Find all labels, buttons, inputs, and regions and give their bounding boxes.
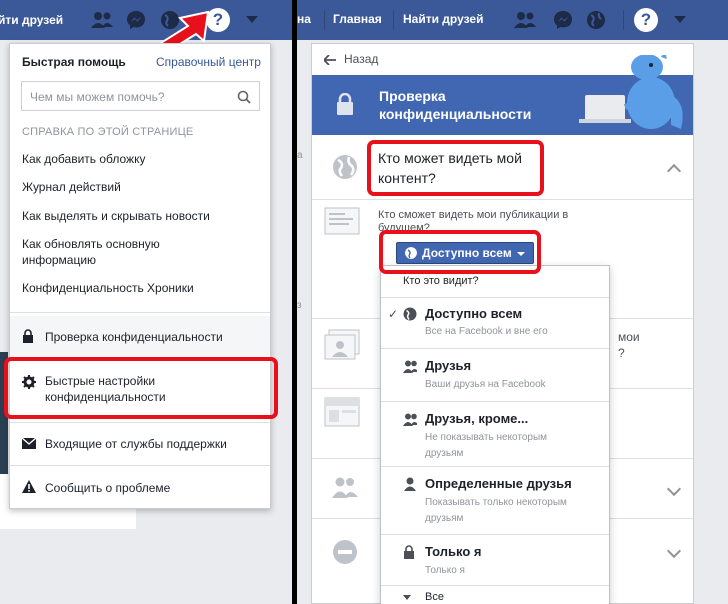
expand-chevron-icon[interactable] — [666, 543, 682, 559]
expand-chevron-icon[interactable] — [666, 481, 682, 497]
lock-icon — [23, 329, 33, 343]
privacy-checkup-panel: Назад Проверка конфиденциальности Кто мо… — [311, 43, 694, 604]
audience-option-specific-friends[interactable]: Определенные друзья Показывать только не… — [381, 467, 609, 533]
bg-fragment: з — [297, 300, 302, 311]
bg-fragment: а — [297, 150, 303, 161]
quick-help-title: Быстрая помощь — [22, 55, 126, 69]
find-friends-link[interactable]: Найти друзей — [403, 12, 483, 26]
report-problem-link[interactable]: Сообщить о проблеме — [45, 481, 170, 495]
notifications-globe-icon[interactable] — [586, 10, 606, 30]
top-navbar: на Главная Найти друзей ? — [297, 0, 728, 40]
audience-option-friends[interactable]: Друзья Ваши друзья на Facebook — [381, 349, 609, 401]
help-article-link-cont[interactable]: информацию — [22, 253, 96, 267]
envelope-icon — [22, 438, 36, 449]
back-link[interactable]: Назад — [344, 52, 378, 66]
checkmark-icon: ✓ — [388, 307, 399, 321]
friends-icon — [403, 360, 417, 373]
option-sub: Не показывать некоторым — [425, 432, 548, 443]
globe-icon — [333, 155, 357, 179]
back-arrow-icon[interactable] — [324, 55, 336, 65]
option-sub: Только я — [425, 565, 465, 576]
audience-option-all[interactable]: Все — [381, 586, 609, 604]
header-title-line: Проверка — [379, 88, 446, 104]
bg-row-text: мои — [618, 330, 640, 344]
privacy-checkup-header: Проверка конфиденциальности — [312, 55, 693, 135]
option-sub: Показывать только некоторым — [425, 497, 567, 508]
photos-icon — [324, 329, 360, 360]
help-search-input[interactable]: Чем мы можем помочь? — [21, 81, 260, 111]
nav-partial-text: на — [297, 12, 311, 26]
caret-down-icon — [403, 595, 411, 600]
highlight-content-question — [367, 140, 544, 196]
privacy-check-label: Проверка конфиденциальности — [45, 330, 223, 344]
timeline-preview-icon — [324, 397, 360, 427]
highlight-audience-button — [379, 230, 541, 274]
option-sub-cont: друзьям — [425, 448, 464, 459]
audience-option-only-me[interactable]: Только я Только я — [381, 535, 609, 585]
friend-requests-icon[interactable] — [90, 11, 114, 29]
right-screenshot: на Главная Найти друзей ? а з Назад Пров… — [297, 0, 728, 604]
help-dropdown: Быстрая помощь Справочный центр Чем мы м… — [9, 43, 271, 509]
option-label: Доступно всем — [425, 306, 523, 321]
divider — [312, 199, 693, 200]
bg-row-text: ? — [618, 346, 625, 360]
messenger-icon[interactable] — [553, 10, 573, 30]
option-label: Друзья — [425, 358, 472, 373]
help-article-link[interactable]: Как добавить обложку — [22, 152, 145, 166]
audience-option-friends-except[interactable]: Друзья, кроме... Не показывать некоторым… — [381, 402, 609, 464]
home-link[interactable]: Главная — [333, 12, 382, 26]
audience-option-public[interactable]: ✓ Доступно всем Все на Facebook и вне ег… — [381, 298, 609, 346]
globe-icon — [403, 307, 417, 321]
help-question-icon[interactable]: ? — [634, 8, 658, 32]
option-label: Определенные друзья — [425, 476, 572, 491]
support-inbox-link[interactable]: Входящие от службы поддержки — [45, 437, 227, 451]
post-preview-icon — [324, 207, 360, 235]
search-icon[interactable] — [237, 90, 251, 104]
friend-requests-icon[interactable] — [513, 11, 537, 29]
help-article-link[interactable]: Как выделять и скрывать новости — [22, 209, 210, 223]
section-title: СПРАВКА ПО ЭТОЙ СТРАНИЦЕ — [22, 126, 194, 138]
left-screenshot: йти друзей ? Быстрая помощь Справочный ц… — [0, 0, 292, 604]
menu-header: Кто это видит? — [403, 275, 479, 287]
option-label: Только я — [425, 544, 482, 559]
help-article-link[interactable]: Конфиденциальность Хроники — [22, 281, 194, 295]
account-menu-caret-icon[interactable] — [674, 16, 686, 24]
friends-except-icon — [403, 413, 417, 426]
privacy-check-row[interactable]: Проверка конфиденциальности — [10, 316, 270, 356]
person-icon — [404, 477, 416, 491]
nav-sep — [623, 10, 624, 30]
header-title: Проверка конфиденциальности — [379, 87, 559, 123]
lock-icon — [337, 93, 353, 115]
privacy-dinosaur-illustration-icon — [579, 55, 683, 129]
collapse-chevron-icon[interactable] — [666, 163, 682, 179]
help-article-link[interactable]: Как обновлять основную — [22, 237, 160, 251]
block-icon — [333, 540, 357, 564]
divider — [10, 312, 270, 313]
header-title-line: конфиденциальности — [379, 106, 532, 122]
option-label: Все — [425, 591, 444, 603]
nav-sep — [393, 10, 394, 30]
lock-icon — [404, 545, 414, 559]
highlight-quick-settings — [4, 357, 278, 419]
divider — [10, 465, 270, 466]
account-menu-caret-icon[interactable] — [246, 16, 258, 24]
option-sub-cont: друзьям — [425, 513, 464, 524]
option-sub: Все на Facebook и вне его — [425, 326, 548, 337]
help-article-link[interactable]: Журнал действий — [22, 180, 121, 194]
help-center-link[interactable]: Справочный центр — [156, 55, 261, 69]
divider — [10, 422, 270, 423]
option-label: Друзья, кроме... — [425, 411, 529, 426]
future-posts-text: Кто сможет видеть мои публикации в — [378, 209, 569, 221]
audience-menu: Кто это видит? ✓ Доступно всем Все на Fa… — [380, 265, 610, 604]
find-friends-link[interactable]: йти друзей — [0, 13, 63, 27]
warning-icon — [22, 480, 36, 493]
friends-section-icon — [332, 477, 358, 498]
messenger-icon[interactable] — [126, 10, 146, 30]
top-navbar: йти друзей ? — [0, 0, 292, 56]
search-placeholder: Чем мы можем помочь? — [30, 90, 165, 104]
nav-sep — [324, 10, 325, 30]
option-sub: Ваши друзья на Facebook — [425, 379, 546, 390]
